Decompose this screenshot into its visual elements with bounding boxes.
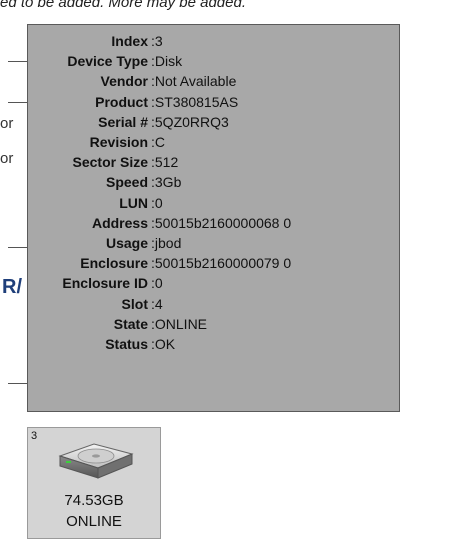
tooltip-row: Index:3 bbox=[28, 31, 399, 51]
device-info-tooltip: Index:3 Device Type: Disk Vendor: Not Availa… bbox=[27, 24, 400, 412]
tooltip-row: Status: OK bbox=[28, 334, 399, 354]
tooltip-row-value: Not Available bbox=[154, 73, 237, 90]
tooltip-row: Enclosure:50015b2160000079 0 bbox=[28, 253, 399, 273]
tooltip-row: Revision: C bbox=[28, 132, 399, 152]
tooltip-row-label: Speed bbox=[105, 174, 148, 191]
disk-index-label: 3 bbox=[31, 430, 38, 442]
tooltip-row: Speed:3Gb bbox=[28, 172, 399, 192]
tooltip-row-label: State bbox=[113, 315, 148, 332]
tooltip-row-value: 0 bbox=[154, 275, 163, 292]
tooltip-row: Usage: jbod bbox=[28, 233, 399, 253]
tooltip-row-label: Sector Size bbox=[72, 154, 148, 171]
tooltip-row-value: 5QZ0RRQ3 bbox=[154, 113, 229, 130]
tooltip-row-value: 4 bbox=[154, 295, 163, 312]
background-divider bbox=[8, 383, 28, 384]
tooltip-row: Sector Size:512 bbox=[28, 152, 399, 172]
background-text-fragment: or bbox=[0, 150, 14, 167]
tooltip-row: Product: ST380815AS bbox=[28, 92, 399, 112]
tooltip-row-value: ST380815AS bbox=[154, 93, 239, 110]
tooltip-row: Device Type: Disk bbox=[28, 51, 399, 71]
disk-capacity: 74.53GB bbox=[64, 492, 124, 509]
tooltip-row: Vendor: Not Available bbox=[28, 71, 399, 91]
tooltip-row-label: Product bbox=[95, 93, 148, 110]
tooltip-row-label: LUN bbox=[119, 194, 148, 211]
tooltip-row-value: jbod bbox=[154, 234, 182, 251]
tooltip-row-value: OK bbox=[154, 335, 176, 352]
tooltip-row-value: Disk bbox=[154, 53, 183, 70]
disk-tile[interactable]: 3 74.53GB ONLINE bbox=[27, 427, 161, 539]
tooltip-row-label: Vendor bbox=[100, 73, 148, 90]
tooltip-row-label: Revision bbox=[89, 134, 148, 151]
hard-drive-icon bbox=[58, 443, 134, 479]
tooltip-row-value: 50015b2160000068 0 bbox=[154, 214, 292, 231]
tooltip-row: Enclosure ID:0 bbox=[28, 273, 399, 293]
background-help-text: ed to be added. More may be added. bbox=[0, 0, 247, 11]
tooltip-row: LUN:0 bbox=[28, 193, 399, 213]
tooltip-row-value: 3 bbox=[154, 33, 163, 50]
tooltip-row: State: ONLINE bbox=[28, 314, 399, 334]
background-divider bbox=[8, 61, 28, 62]
background-divider bbox=[8, 247, 28, 248]
tooltip-row-value: 0 bbox=[154, 194, 163, 211]
tooltip-row-value: 3Gb bbox=[154, 174, 182, 191]
page: ed to be added. More may be added. or or… bbox=[0, 0, 460, 539]
tooltip-row-label: Enclosure bbox=[80, 255, 148, 272]
background-divider bbox=[8, 102, 28, 103]
tooltip-row-value: 512 bbox=[154, 154, 179, 171]
tooltip-row-label: Serial # bbox=[98, 113, 148, 130]
tooltip-row-value: 50015b2160000079 0 bbox=[154, 255, 292, 272]
tooltip-row-label: Slot bbox=[121, 295, 148, 312]
tooltip-row-label: Address bbox=[91, 214, 148, 231]
tooltip-row-value: C bbox=[154, 134, 166, 151]
tooltip-row-label: Index bbox=[111, 33, 148, 50]
tooltip-row: Slot:4 bbox=[28, 293, 399, 313]
background-text-fragment: or bbox=[0, 115, 14, 132]
tooltip-row-label: Usage bbox=[105, 234, 148, 251]
tooltip-row: Serial #:5QZ0RRQ3 bbox=[28, 112, 399, 132]
tooltip-row-value: ONLINE bbox=[154, 315, 208, 332]
tooltip-row-label: Device Type bbox=[67, 53, 148, 70]
tooltip-row-label: Enclosure ID bbox=[62, 275, 148, 292]
background-heading-fragment: R/ bbox=[2, 276, 22, 298]
disk-state: ONLINE bbox=[66, 513, 122, 530]
tooltip-row: Address:50015b2160000068 0 bbox=[28, 213, 399, 233]
tooltip-row-label: Status bbox=[105, 335, 148, 352]
